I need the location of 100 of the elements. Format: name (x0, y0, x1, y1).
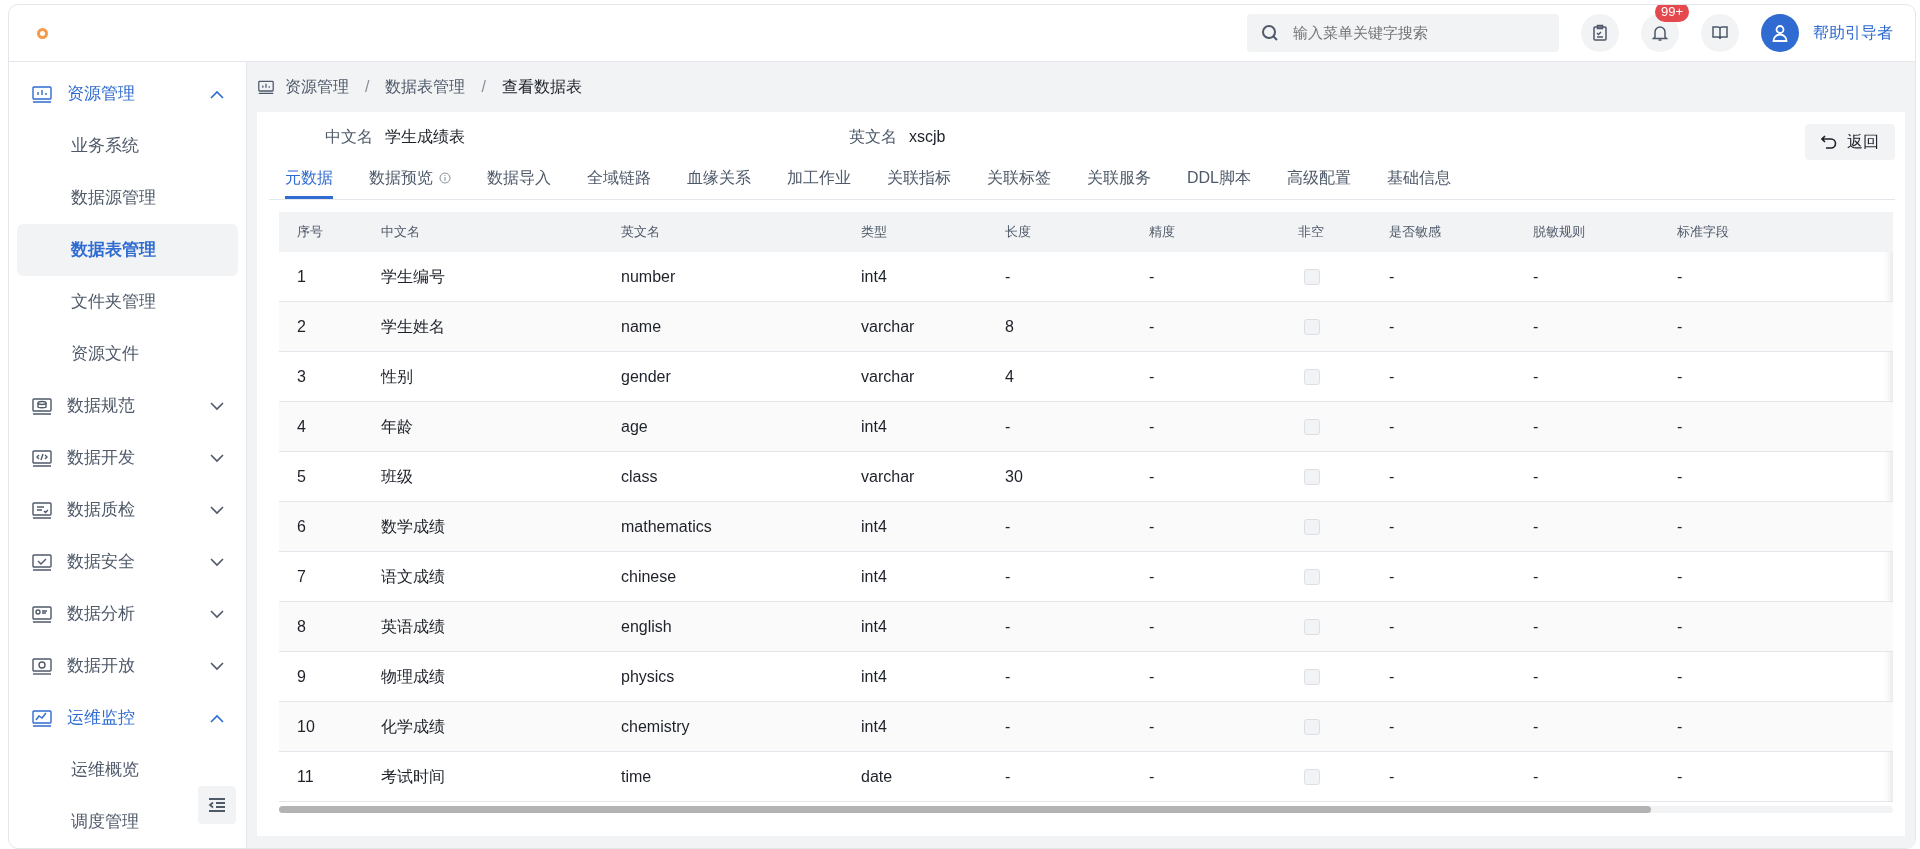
breadcrumb-separator: / (481, 77, 486, 97)
field-label: 中文名 (325, 127, 373, 147)
checkbox[interactable] (1304, 568, 1320, 585)
sidebar-item[interactable]: 数据开发 (17, 432, 238, 484)
checkbox[interactable] (1304, 518, 1320, 535)
checkbox[interactable] (1304, 418, 1320, 435)
collapse-sidebar-button[interactable] (198, 786, 236, 824)
table-cell-text: - (1004, 616, 1012, 637)
column-header: 类型 (860, 223, 888, 242)
table-cell-text: 4 (296, 416, 307, 437)
line-chart-icon (31, 708, 53, 728)
table-cell-text: - (1532, 766, 1540, 787)
tab[interactable]: 高级配置 (1287, 160, 1351, 199)
table-cell-text: 5 (296, 466, 307, 487)
back-button[interactable]: 返回 (1805, 124, 1895, 160)
table-cell-text: - (1532, 366, 1540, 387)
table-cell-text: age (620, 416, 649, 437)
table-cell-text: - (1004, 266, 1012, 287)
clipboard-button[interactable] (1581, 14, 1619, 52)
table-cell-text: - (1004, 666, 1012, 687)
table-cell-text: - (1148, 766, 1156, 787)
table-cell-text: - (1148, 266, 1156, 287)
sidebar-item[interactable]: 数据分析 (17, 588, 238, 640)
breadcrumb-link[interactable]: 数据表管理 (385, 75, 466, 99)
sidebar-item[interactable]: 资源文件 (17, 328, 238, 380)
checkbox[interactable] (1304, 318, 1320, 335)
code-icon (31, 448, 53, 468)
table-cell-text: - (1676, 616, 1684, 637)
user-name[interactable]: 帮助引导者 (1813, 21, 1893, 45)
checkbox[interactable] (1304, 368, 1320, 385)
sidebar-item[interactable]: 数据表管理 (17, 224, 238, 276)
table-cell-text: 学生编号 (380, 266, 446, 287)
checkbox[interactable] (1304, 768, 1320, 785)
sidebar-item[interactable]: 数据源管理 (17, 172, 238, 224)
table-cell-text: 数学成绩 (380, 516, 446, 537)
table-cell-text: - (1148, 366, 1156, 387)
sidebar-item[interactable]: 运维监控 (17, 692, 238, 744)
table-cell-text: - (1676, 766, 1684, 787)
sidebar-item[interactable]: 调度管理 (17, 796, 238, 848)
table-cell-text: int4 (860, 566, 888, 587)
table-cell-text: - (1532, 416, 1540, 437)
table-cell-text: - (1388, 516, 1396, 537)
logo-icon (37, 27, 48, 39)
database-icon (31, 396, 53, 416)
sidebar-item[interactable]: 数据规范 (17, 380, 238, 432)
checkbox[interactable] (1304, 618, 1320, 635)
tab[interactable]: 基础信息 (1387, 160, 1451, 199)
table-cell-text: int4 (860, 716, 888, 737)
sidebar-item[interactable]: 运维概览 (17, 744, 238, 796)
tab[interactable]: 关联指标 (887, 160, 951, 199)
table-cell-text: int4 (860, 416, 888, 437)
table-cell-text: 班级 (380, 466, 414, 487)
table-cell-text: chinese (620, 566, 678, 587)
table-cell-text: varchar (860, 316, 916, 337)
sidebar-item[interactable]: 文件夹管理 (17, 276, 238, 328)
checkbox[interactable] (1304, 668, 1320, 685)
search-icon (1261, 24, 1279, 42)
table-cell-text: mathematics (620, 516, 713, 537)
table-cell-text: int4 (860, 516, 888, 537)
table-cell-text: - (1148, 566, 1156, 587)
tab[interactable]: 数据导入 (487, 160, 551, 199)
table-cell-text: - (1148, 666, 1156, 687)
table-cell-text: 2 (296, 316, 307, 337)
checkbox[interactable] (1304, 268, 1320, 285)
table-cell-text: 3 (296, 366, 307, 387)
notification-button[interactable] (1641, 14, 1679, 52)
sidebar-item[interactable]: 业务系统 (17, 120, 238, 172)
column-header: 脱敏规则 (1532, 223, 1586, 242)
table-cell-text: - (1004, 716, 1012, 737)
breadcrumb-link[interactable]: 资源管理 (285, 75, 349, 99)
notification-badge: 99+ (1655, 5, 1690, 22)
sidebar-item[interactable]: 数据质检 (17, 484, 238, 536)
tab[interactable]: 全域链路 (587, 160, 651, 199)
search-field[interactable]: 输入菜单关键字搜索 (1247, 14, 1559, 52)
table-cell-text: name (620, 316, 663, 337)
checkbox[interactable] (1304, 468, 1320, 485)
checkbox[interactable] (1304, 718, 1320, 735)
tab[interactable]: 加工作业 (787, 160, 851, 199)
clipboard-icon (1591, 24, 1609, 42)
table-cell-text: - (1388, 316, 1396, 337)
sidebar-item[interactable]: 数据安全 (17, 536, 238, 588)
table-cell-text: - (1676, 566, 1684, 587)
tab[interactable]: DDL脚本 (1187, 160, 1251, 199)
chevron-icon (210, 89, 224, 99)
table-cell-text: 30 (1004, 466, 1024, 487)
tab[interactable]: 关联标签 (987, 160, 1051, 199)
user-avatar[interactable] (1761, 14, 1799, 52)
tab[interactable]: 元数据 (285, 160, 333, 199)
chevron-icon (210, 505, 224, 515)
docs-button[interactable] (1701, 14, 1739, 52)
table-cell-text: 6 (296, 516, 307, 537)
search-input[interactable]: 输入菜单关键字搜索 (1291, 20, 1545, 46)
column-header: 非空 (1297, 223, 1325, 242)
sidebar-item[interactable]: 数据开放 (17, 640, 238, 692)
tab[interactable]: 血缘关系 (687, 160, 751, 199)
table-cell-text: - (1676, 416, 1684, 437)
tab[interactable]: 关联服务 (1087, 160, 1151, 199)
tab[interactable]: 数据预览 (369, 160, 451, 199)
sidebar-item[interactable]: 资源管理 (17, 68, 238, 120)
table-cell-text: - (1148, 316, 1156, 337)
